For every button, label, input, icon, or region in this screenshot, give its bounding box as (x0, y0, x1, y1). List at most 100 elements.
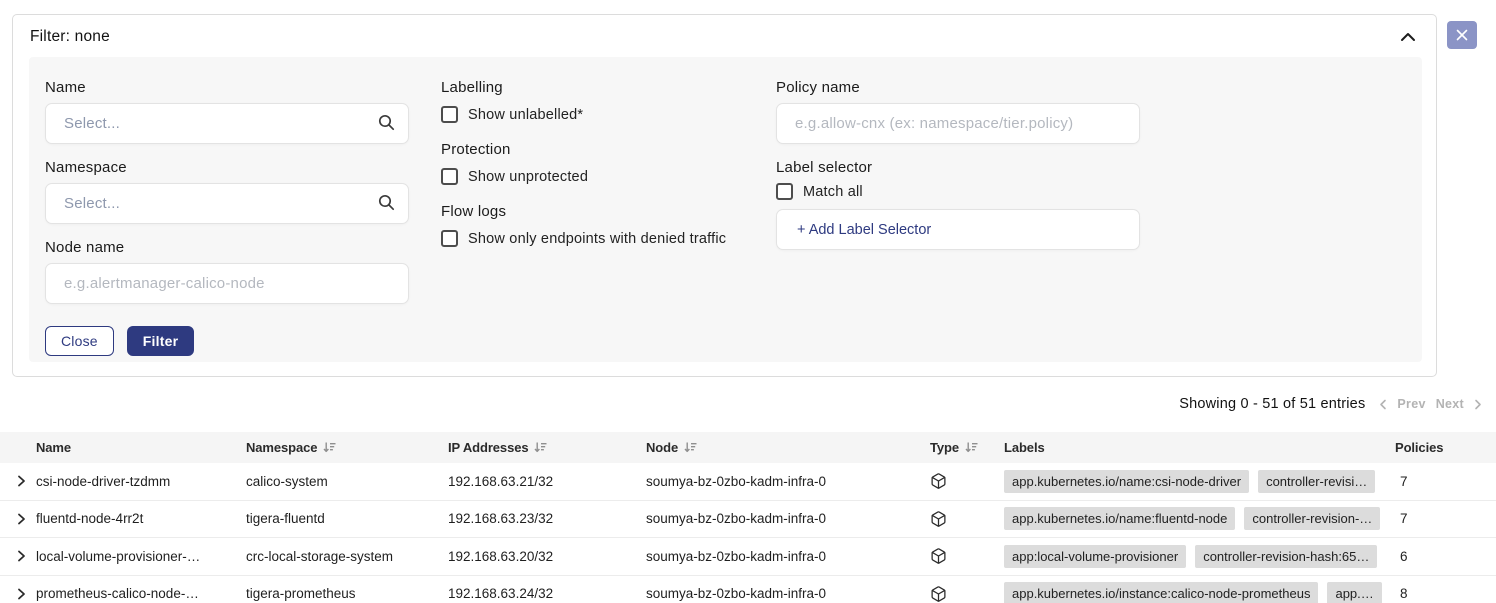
pagination-bar: Showing 0 - 51 of 51 entries Prev Next (1179, 396, 1482, 412)
chevron-right-icon (14, 587, 28, 601)
column-header: Type (930, 440, 1004, 455)
endpoint-policies-count: 7 (1395, 474, 1496, 489)
endpoint-node: soumya-bz-0zbo-kadm-infra-0 (646, 586, 930, 601)
node-name-input[interactable] (45, 263, 409, 304)
column-header: Namespace (246, 440, 448, 455)
expand-row-button[interactable] (14, 474, 28, 488)
column-header: IP Addresses (448, 440, 646, 455)
label-chip: app.… (1327, 582, 1381, 603)
match-all-checkbox[interactable] (776, 183, 793, 200)
search-icon (377, 193, 396, 212)
policy-name-field-label: Policy name (776, 77, 1140, 99)
column-header: Policies (1395, 440, 1496, 455)
labelling-section-label: Labelling (441, 77, 746, 99)
table-row[interactable]: fluentd-node-4rr2t tigera-fluentd 192.16… (0, 501, 1496, 539)
add-label-selector-button[interactable]: + Add Label Selector (776, 209, 1140, 250)
endpoint-ip: 192.168.63.21/32 (448, 474, 646, 489)
table-header-row: Name Namespace IP Addresses Node (0, 432, 1496, 463)
label-selector-section-label: Label selector (776, 157, 1140, 179)
column-header: Node (646, 440, 930, 455)
match-all-label: Match all (803, 184, 863, 200)
denied-traffic-label: Show only endpoints with denied traffic (468, 231, 726, 247)
label-chip: app.kubernetes.io/instance:calico-node-p… (1004, 582, 1318, 603)
endpoint-ip: 192.168.63.23/32 (448, 511, 646, 526)
label-chip: app.kubernetes.io/name:fluentd-node (1004, 507, 1235, 530)
filter-panel-header: Filter: none (13, 15, 1436, 53)
column-header: Labels (1004, 440, 1395, 455)
chevron-right-icon (14, 474, 28, 488)
label-chip: app.kubernetes.io/name:csi-node-driver (1004, 470, 1249, 493)
show-unlabelled-checkbox[interactable] (441, 106, 458, 123)
close-icon (1456, 29, 1468, 41)
chevron-right-icon[interactable] (1474, 399, 1482, 410)
table-body: csi-node-driver-tzdmm calico-system 192.… (0, 463, 1496, 603)
node-name-field-label: Node name (45, 237, 409, 259)
endpoint-namespace: calico-system (246, 474, 448, 489)
filter-title: Filter: none (30, 28, 110, 46)
endpoint-policies-count: 7 (1395, 511, 1496, 526)
show-unprotected-label: Show unprotected (468, 169, 588, 185)
expand-row-button[interactable] (14, 512, 28, 526)
endpoint-namespace: tigera-fluentd (246, 511, 448, 526)
expand-row-button[interactable] (14, 587, 28, 601)
endpoints-table: Name Namespace IP Addresses Node (0, 432, 1496, 603)
name-select-input[interactable] (45, 103, 409, 144)
column-header-label: Namespace (246, 440, 317, 455)
table-row[interactable]: csi-node-driver-tzdmm calico-system 192.… (0, 463, 1496, 501)
search-icon (377, 113, 396, 132)
show-unprotected-checkbox[interactable] (441, 168, 458, 185)
label-chip: app:local-volume-provisioner (1004, 545, 1186, 568)
endpoint-name: prometheus-calico-node-… (36, 586, 199, 601)
chevron-right-icon (14, 549, 28, 563)
entries-summary: Showing 0 - 51 of 51 entries (1179, 396, 1365, 412)
chevron-right-icon (14, 512, 28, 526)
endpoint-node: soumya-bz-0zbo-kadm-infra-0 (646, 549, 930, 564)
prev-page-button[interactable]: Prev (1397, 397, 1425, 411)
column-header-label: Name (36, 440, 71, 455)
endpoint-name: local-volume-provisioner-… (36, 549, 200, 564)
label-chip: controller-revision-… (1244, 507, 1380, 530)
expand-row-button[interactable] (14, 549, 28, 563)
endpoint-name: csi-node-driver-tzdmm (36, 474, 170, 489)
endpoint-labels: app.kubernetes.io/name:csi-node-driver co… (1004, 470, 1395, 493)
flow-logs-section-label: Flow logs (441, 201, 746, 223)
pod-cube-icon (930, 585, 1004, 603)
next-page-button[interactable]: Next (1436, 397, 1464, 411)
endpoint-namespace: crc-local-storage-system (246, 549, 448, 564)
pod-cube-icon (930, 510, 1004, 528)
filter-panel: Filter: none Name Namespace (12, 14, 1437, 377)
collapse-button[interactable] (1398, 30, 1418, 44)
endpoint-labels: app.kubernetes.io/instance:calico-node-p… (1004, 582, 1395, 603)
pod-cube-icon (930, 472, 1004, 490)
table-row[interactable]: prometheus-calico-node-… tigera-promethe… (0, 576, 1496, 603)
panel-close-button[interactable] (1447, 21, 1477, 49)
pod-cube-icon (930, 547, 1004, 565)
column-header-label: Policies (1395, 440, 1443, 455)
protection-section-label: Protection (441, 139, 746, 161)
namespace-select-input[interactable] (45, 183, 409, 224)
sort-icon[interactable] (323, 441, 336, 454)
column-header-label: IP Addresses (448, 440, 528, 455)
endpoint-ip: 192.168.63.20/32 (448, 549, 646, 564)
chevron-left-icon[interactable] (1379, 399, 1387, 410)
endpoint-labels: app:local-volume-provisionercontroller-r… (1004, 545, 1395, 568)
column-header-label: Labels (1004, 440, 1045, 455)
filter-button[interactable]: Filter (127, 326, 194, 356)
column-header-label: Type (930, 440, 959, 455)
table-row[interactable]: local-volume-provisioner-… crc-local-sto… (0, 538, 1496, 576)
endpoint-node: soumya-bz-0zbo-kadm-infra-0 (646, 474, 930, 489)
column-header-label: Node (646, 440, 678, 455)
endpoint-name: fluentd-node-4rr2t (36, 511, 143, 526)
endpoint-labels: app.kubernetes.io/name:fluentd-node contr… (1004, 507, 1395, 530)
close-button[interactable]: Close (45, 326, 114, 356)
sort-icon[interactable] (965, 441, 978, 454)
filter-form: Name Namespace Node name Close Filt (29, 57, 1422, 362)
sort-icon[interactable] (684, 441, 697, 454)
endpoint-ip: 192.168.63.24/32 (448, 586, 646, 601)
denied-traffic-checkbox[interactable] (441, 230, 458, 247)
policy-name-input[interactable] (776, 103, 1140, 144)
sort-icon[interactable] (534, 441, 547, 454)
label-chip: controller-revisi… (1258, 470, 1375, 493)
endpoint-policies-count: 6 (1395, 549, 1496, 564)
endpoint-node: soumya-bz-0zbo-kadm-infra-0 (646, 511, 930, 526)
